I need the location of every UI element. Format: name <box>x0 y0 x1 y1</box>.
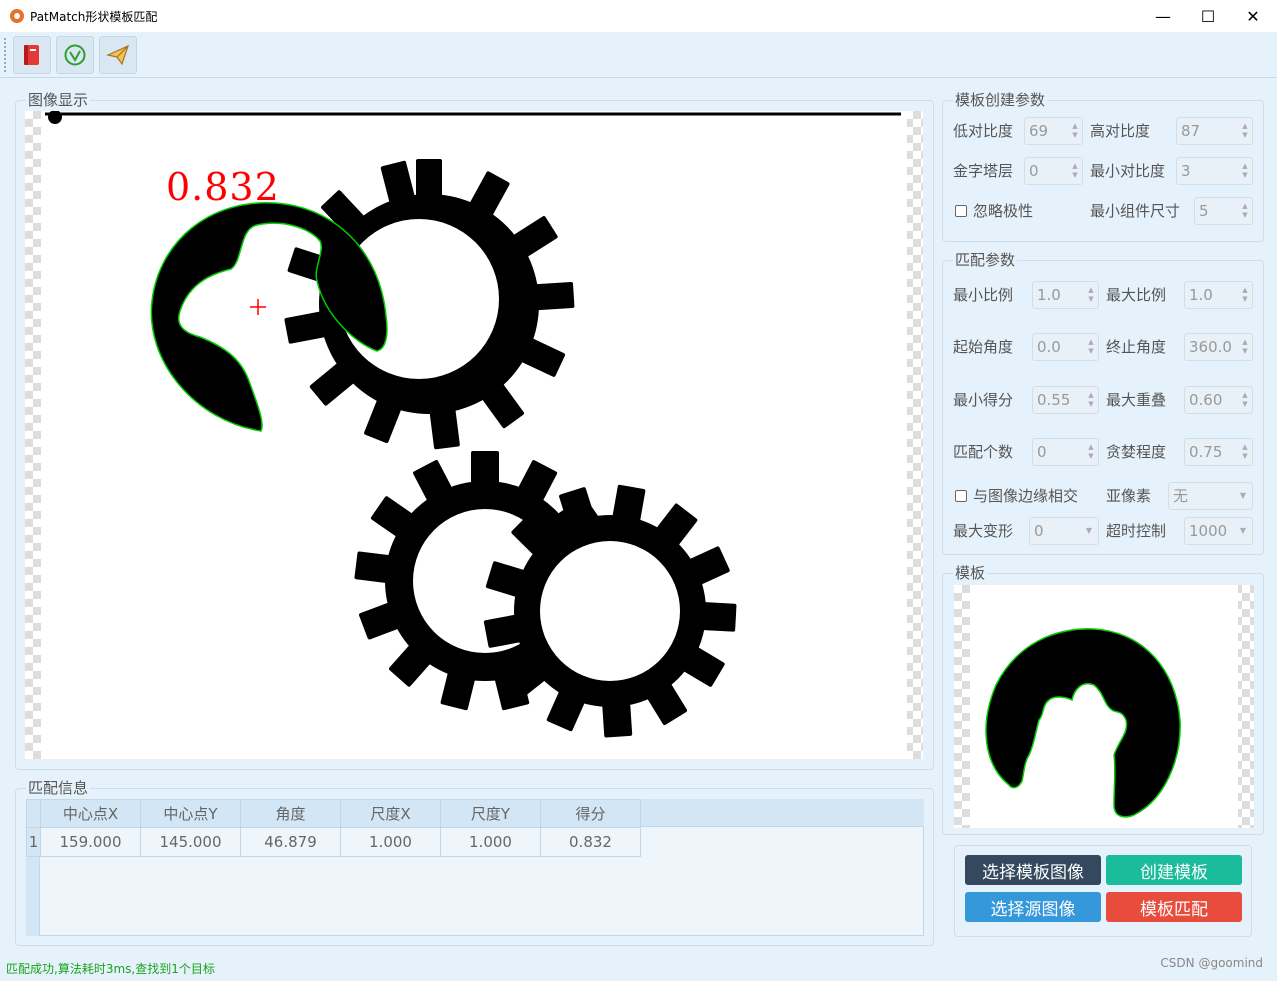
source-image <box>45 111 901 738</box>
start-angle-spinner[interactable]: 0.0 ▲ ▼ <box>1032 333 1099 361</box>
verify-button[interactable] <box>56 36 94 74</box>
toolbar <box>0 32 1277 78</box>
subpixel-label: 亚像素 <box>1106 487 1152 505</box>
timeout-label: 超时控制 <box>1106 522 1167 540</box>
app-icon <box>10 9 24 23</box>
toolbar-grip[interactable] <box>4 38 6 72</box>
min-contrast-label: 最小对比度 <box>1090 162 1166 180</box>
min-score-spinner[interactable]: 0.55 ▲ ▼ <box>1032 386 1099 414</box>
end-angle-label: 终止角度 <box>1106 338 1167 356</box>
min-scale-spinner[interactable]: 1.0 ▲ ▼ <box>1032 281 1099 309</box>
table-cell[interactable]: 46.879 <box>240 827 341 857</box>
min-contrast-spinner[interactable]: 3 ▲ ▼ <box>1176 157 1253 185</box>
open-book-button[interactable] <box>13 36 51 74</box>
watermark: CSDN @goomind <box>1160 956 1263 970</box>
max-overlap-spinner[interactable]: 0.60 ▲ ▼ <box>1184 386 1253 414</box>
close-button[interactable]: ✕ <box>1230 0 1276 32</box>
column-header[interactable]: 中心点X <box>40 799 141 828</box>
match-info-panel: 匹配信息 中心点X 中心点Y 角度 尺度X 尺度Y 得分 1 159.000 1… <box>15 779 934 946</box>
greediness-spinner[interactable]: 0.75 ▲ ▼ <box>1184 438 1253 466</box>
column-header[interactable]: 中心点Y <box>140 799 241 828</box>
ignore-polarity-checkbox[interactable] <box>955 205 967 217</box>
max-overlap-label: 最大重叠 <box>1106 391 1167 409</box>
maximize-button[interactable]: ☐ <box>1185 0 1231 32</box>
table-cell[interactable]: 1.000 <box>440 827 541 857</box>
border-intersect-label: 与图像边缘相交 <box>973 487 1079 505</box>
border-intersect-checkbox[interactable] <box>955 490 967 502</box>
timeout-select[interactable]: 1000 ▼ <box>1184 517 1253 545</box>
high-contrast-label: 高对比度 <box>1090 122 1151 140</box>
create-template-button[interactable]: 创建模板 <box>1106 855 1242 885</box>
window-title: PatMatch形状模板匹配 <box>30 9 158 24</box>
send-icon <box>106 44 130 66</box>
results-table[interactable]: 中心点X 中心点Y 角度 尺度X 尺度Y 得分 1 159.000 145.00… <box>26 799 641 857</box>
max-deformation-select[interactable]: 0 ▼ <box>1029 517 1099 545</box>
column-header[interactable]: 角度 <box>240 799 341 828</box>
pyramid-levels-spinner[interactable]: 0 ▲ ▼ <box>1024 157 1083 185</box>
image-display-title: 图像显示 <box>26 91 91 109</box>
min-score-label: 最小得分 <box>953 391 1014 409</box>
max-scale-spinner[interactable]: 1.0 ▲ ▼ <box>1184 281 1253 309</box>
column-header[interactable]: 尺度X <box>340 799 441 828</box>
num-matches-label: 匹配个数 <box>953 443 1014 461</box>
table-cell[interactable]: 0.832 <box>540 827 641 857</box>
book-icon <box>24 45 39 65</box>
template-params-title: 模板创建参数 <box>953 91 1048 109</box>
low-contrast-spinner[interactable]: 69 ▲ ▼ <box>1024 117 1083 145</box>
image-canvas[interactable]: 0.832 <box>25 111 923 759</box>
minimize-button[interactable]: — <box>1140 0 1186 32</box>
low-contrast-label: 低对比度 <box>953 122 1014 140</box>
table-cell[interactable]: 159.000 <box>40 827 141 857</box>
template-params-panel: 模板创建参数 低对比度 69 ▲ ▼ 高对比度 87 ▲ ▼ 金字塔层 0 ▲ ▼ 最小对比… <box>942 91 1264 242</box>
max-deformation-label: 最大变形 <box>953 522 1014 540</box>
status-message: 匹配成功,算法耗时3ms,查找到1个目标 <box>6 962 215 976</box>
table-cell[interactable]: 145.000 <box>140 827 241 857</box>
template-panel: 模板 <box>942 564 1264 835</box>
num-matches-spinner[interactable]: 0 ▲ ▼ <box>1032 438 1099 466</box>
column-header[interactable]: 尺度Y <box>440 799 541 828</box>
actions-panel: 选择模板图像 创建模板 选择源图像 模板匹配 <box>954 845 1252 937</box>
template-image <box>985 628 1181 818</box>
subpixel-select[interactable]: 无 ▼ <box>1168 482 1253 510</box>
select-source-image-button[interactable]: 选择源图像 <box>965 892 1101 922</box>
send-button[interactable] <box>99 36 137 74</box>
min-component-size-spinner[interactable]: 5 ▲ ▼ <box>1194 197 1253 225</box>
corner-header <box>26 799 41 828</box>
end-angle-spinner[interactable]: 360.0 ▲ ▼ <box>1184 333 1253 361</box>
template-match-button[interactable]: 模板匹配 <box>1106 892 1242 922</box>
match-info-title: 匹配信息 <box>26 779 91 797</box>
min-scale-label: 最小比例 <box>953 286 1014 304</box>
table-header-row: 中心点X 中心点Y 角度 尺度X 尺度Y 得分 <box>26 799 641 828</box>
ignore-polarity-label: 忽略极性 <box>973 202 1034 220</box>
center-marker <box>250 299 266 315</box>
score-label: 0.832 <box>166 165 280 209</box>
row-index: 1 <box>26 827 41 857</box>
greediness-label: 贪婪程度 <box>1106 443 1167 461</box>
template-canvas[interactable] <box>954 585 1254 828</box>
min-component-size-label: 最小组件尺寸 <box>1090 202 1181 220</box>
pyramid-levels-label: 金字塔层 <box>953 162 1014 180</box>
column-header[interactable]: 得分 <box>540 799 641 828</box>
max-scale-label: 最大比例 <box>1106 286 1167 304</box>
match-params-title: 匹配参数 <box>953 251 1018 269</box>
match-params-panel: 匹配参数 最小比例 1.0 ▲ ▼ 最大比例 1.0 ▲ ▼ 起始角度 0.0 ▲ ▼ 终止… <box>942 251 1264 555</box>
image-display-panel: 图像显示 0.832 <box>15 91 934 770</box>
table-cell[interactable]: 1.000 <box>340 827 441 857</box>
title-bar: PatMatch形状模板匹配 — ☐ ✕ <box>0 0 1277 32</box>
high-contrast-spinner[interactable]: 87 ▲ ▼ <box>1176 117 1253 145</box>
start-angle-label: 起始角度 <box>953 338 1014 356</box>
check-circle-icon <box>64 44 86 66</box>
template-title: 模板 <box>953 564 988 582</box>
select-template-image-button[interactable]: 选择模板图像 <box>965 855 1101 885</box>
table-row[interactable]: 1 159.000 145.000 46.879 1.000 1.000 0.8… <box>26 827 641 857</box>
